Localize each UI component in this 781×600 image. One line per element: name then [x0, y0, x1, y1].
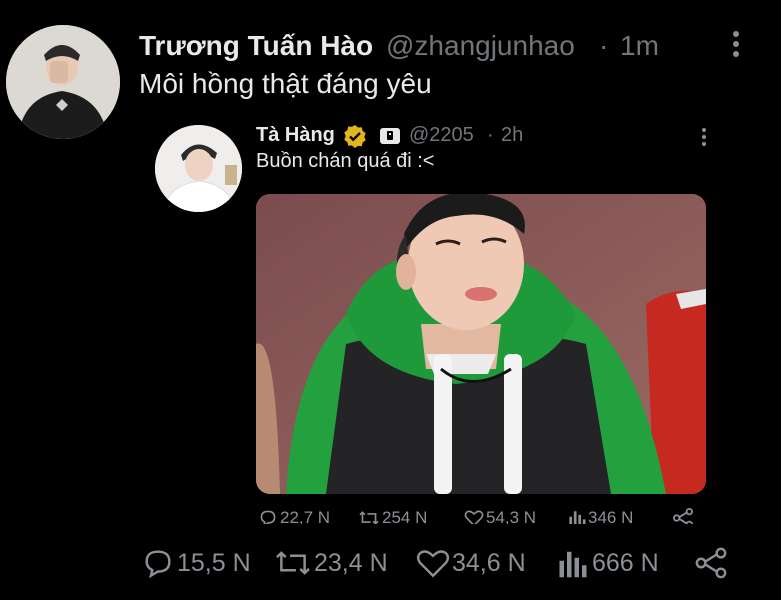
quoted-author-avatar[interactable] [155, 125, 242, 212]
quoted-retweet-button[interactable]: 254 N [358, 508, 427, 524]
author-display-name[interactable]: Trương Tuấn Hào [139, 30, 373, 62]
tweet-time[interactable]: 1m [620, 30, 659, 62]
author-avatar[interactable] [6, 25, 120, 139]
quoted-reply-button[interactable]: 22,7 N [258, 508, 330, 524]
quoted-like-count: 54,3 N [486, 508, 537, 524]
quoted-text: Buồn chán quá đi :< [256, 150, 435, 172]
reply-icon [260, 510, 276, 524]
views-icon [559, 551, 587, 578]
heart-icon [416, 550, 450, 578]
like-count: 34,6 N [452, 548, 526, 577]
share-icon [673, 508, 693, 524]
tweet-text: Môi hồng thật đáng yêu [139, 68, 432, 99]
like-button[interactable]: 34,6 N [416, 546, 526, 580]
more-options-icon[interactable] [731, 31, 741, 57]
views-icon [569, 511, 586, 524]
quoted-media-image[interactable] [256, 194, 706, 494]
reply-count: 15,5 N [177, 548, 251, 577]
views-button[interactable]: 666 N [558, 546, 659, 580]
quoted-views-button[interactable]: 346 N [568, 508, 633, 524]
quoted-share-button[interactable] [672, 508, 694, 524]
author-avatar-image [6, 25, 120, 139]
quoted-like-button[interactable]: 54,3 N [464, 508, 536, 524]
time-separator: · [599, 30, 609, 61]
share-button[interactable] [694, 546, 728, 580]
retweet-button[interactable]: 23,4 N [274, 546, 388, 580]
retweet-icon [276, 551, 310, 575]
quoted-reply-count: 22,7 N [280, 508, 331, 524]
heart-icon [464, 510, 484, 524]
quoted-display-name[interactable]: Tà Hàng [256, 124, 335, 147]
quoted-action-bar: 22,7 N 254 N 54,3 N 346 N [256, 508, 706, 524]
author-handle[interactable]: @zhangjunhao [386, 30, 575, 62]
quoted-time-separator: · [487, 124, 494, 146]
quoted-avatar-image [155, 125, 242, 212]
views-count: 666 N [592, 548, 659, 577]
quoted-views-count: 346 N [588, 508, 634, 524]
quoted-time[interactable]: 2h [501, 124, 523, 147]
quoted-handle[interactable]: @2205 [409, 124, 474, 147]
share-icon [695, 547, 727, 579]
reply-button[interactable]: 15,5 N [141, 546, 251, 580]
retweet-count: 23,4 N [314, 548, 388, 577]
reply-icon [145, 550, 171, 579]
retweet-icon [359, 511, 379, 524]
quoted-photo [256, 194, 706, 494]
quoted-more-options-icon[interactable] [700, 128, 708, 146]
verified-badge-icon [343, 124, 367, 148]
quoted-retweet-count: 254 N [382, 508, 428, 524]
affiliate-badge-icon [380, 128, 400, 144]
